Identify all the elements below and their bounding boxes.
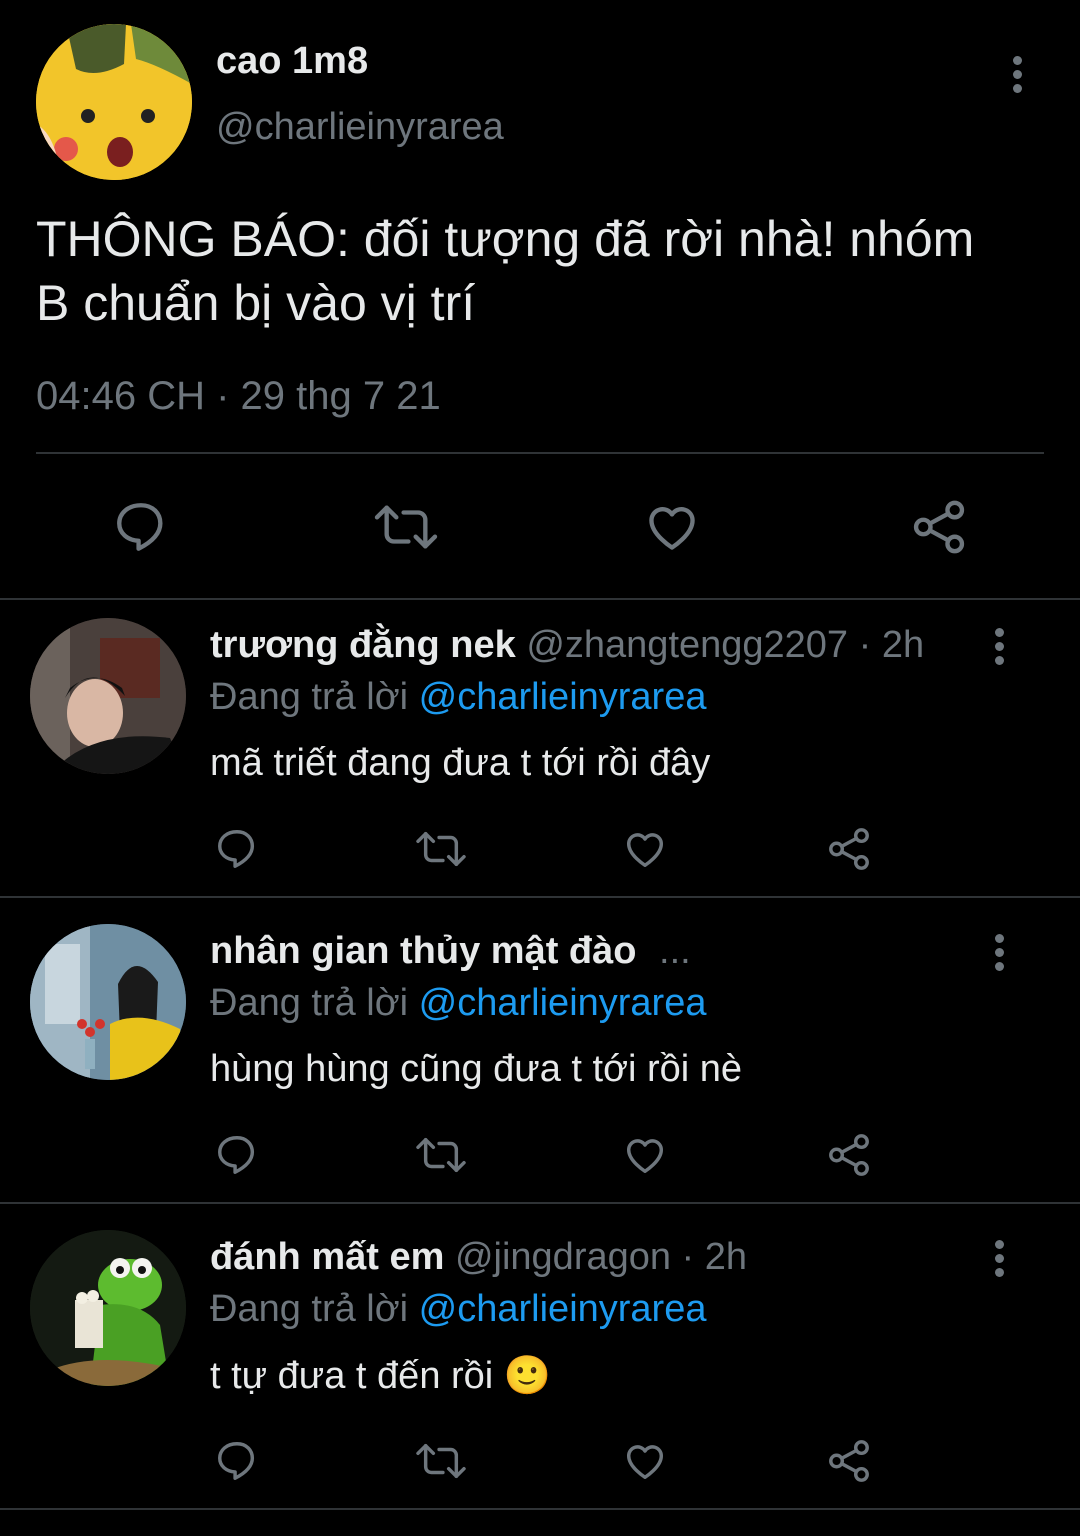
replying-to-handle[interactable]: @charlieinyrarea (419, 676, 707, 718)
replying-to-handle[interactable]: @charlieinyrarea (419, 1288, 707, 1330)
tweet-text-line-1: THÔNG BÁO: đối tượng đã rời nhà! nhóm (36, 211, 975, 267)
divider (0, 598, 1080, 600)
reply-handle[interactable]: ... (659, 930, 691, 972)
tweet-timestamp[interactable]: 04:46 CH · 29 thg 7 21 (36, 374, 441, 419)
retweet-icon[interactable] (414, 1132, 468, 1178)
like-icon[interactable] (642, 498, 702, 556)
replying-to: Đang trả lời @charlieinyrarea (210, 676, 706, 719)
share-icon[interactable] (825, 826, 873, 872)
like-icon[interactable] (621, 1438, 669, 1484)
author-display-name[interactable]: cao 1m8 (216, 40, 368, 83)
reply-handle[interactable]: @zhangtengg2207 · 2h (526, 624, 924, 666)
retweet-icon[interactable] (372, 498, 440, 556)
author-avatar[interactable] (36, 24, 192, 180)
girl-avatar-icon (30, 924, 186, 1080)
reply-display-name[interactable]: đánh mất em (210, 1236, 444, 1278)
reply-icon[interactable] (112, 498, 170, 556)
reply-display-name[interactable]: nhân gian thủy mật đào (210, 930, 636, 972)
more-options-icon[interactable] (1011, 56, 1023, 98)
reply-text: t tự đưa t đến rồi 🙂 (210, 1355, 552, 1397)
retweet-icon[interactable] (414, 1438, 468, 1484)
tweet-text-line-2: B chuẩn bị vào vị trí (36, 275, 476, 331)
reply-avatar[interactable] (30, 618, 186, 774)
like-icon[interactable] (621, 1132, 669, 1178)
divider (0, 1508, 1080, 1510)
replying-to-label: Đang trả lời (210, 676, 409, 718)
reply-header: đánh mất em @jingdragon · 2h (210, 1236, 747, 1279)
replying-to: Đang trả lời @charlieinyrarea (210, 1288, 706, 1331)
timestamp-divider (36, 452, 1044, 454)
person-avatar-icon (30, 618, 186, 774)
divider (0, 1202, 1080, 1204)
reply-display-name[interactable]: trương đằng nek (210, 624, 516, 666)
author-handle[interactable]: @charlieinyrarea (216, 106, 504, 149)
share-icon[interactable] (908, 498, 970, 556)
reply-header: nhân gian thủy mật đào ... (210, 930, 691, 973)
share-icon[interactable] (825, 1438, 873, 1484)
replying-to-label: Đang trả lời (210, 1288, 409, 1330)
more-options-icon[interactable] (993, 628, 1005, 670)
replying-to: Đang trả lời @charlieinyrarea (210, 982, 706, 1025)
like-icon[interactable] (621, 826, 669, 872)
more-options-icon[interactable] (993, 1240, 1005, 1282)
retweet-icon[interactable] (414, 826, 468, 872)
reply-avatar[interactable] (30, 1230, 186, 1386)
reply-icon[interactable] (214, 826, 260, 872)
kermit-avatar-icon (30, 1230, 186, 1386)
reply-text: hùng hùng cũng đưa t tới rồi nè (210, 1048, 743, 1090)
divider (0, 896, 1080, 898)
replying-to-handle[interactable]: @charlieinyrarea (419, 982, 707, 1024)
reply-icon[interactable] (214, 1438, 260, 1484)
share-icon[interactable] (825, 1132, 873, 1178)
reply-text: mã triết đang đưa t tới rồi đây (210, 742, 711, 784)
reply-handle[interactable]: @jingdragon · 2h (455, 1236, 747, 1278)
more-options-icon[interactable] (993, 934, 1005, 976)
replying-to-label: Đang trả lời (210, 982, 409, 1024)
reply-header: trương đằng nek @zhangtengg2207 · 2h (210, 624, 924, 667)
reply-icon[interactable] (214, 1132, 260, 1178)
reply-avatar[interactable] (30, 924, 186, 1080)
pikachu-icon (36, 24, 192, 180)
